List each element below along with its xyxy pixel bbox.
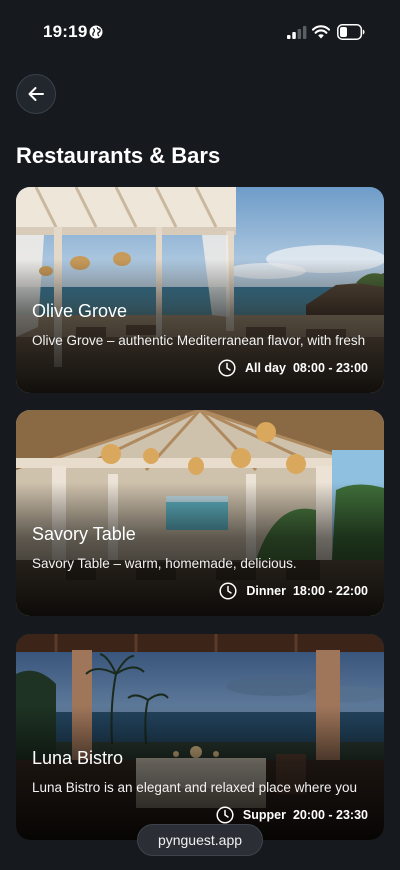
meal-label: Dinner — [246, 584, 286, 598]
cellular-signal-icon — [287, 26, 307, 39]
battery-icon — [337, 24, 365, 40]
venue-name: Luna Bistro — [32, 748, 124, 768]
globe-icon — [89, 25, 103, 39]
page-title: Restaurants & Bars — [16, 143, 221, 168]
status-time: 19:19 — [43, 22, 88, 41]
meal-label: All day — [244, 361, 286, 375]
venue-description: Olive Grove – authentic Mediterranean fl… — [32, 333, 366, 348]
venue-name: Olive Grove — [32, 301, 128, 321]
venue-card-savory-table[interactable]: Savory Table Savory Table – warm, homema… — [16, 410, 384, 616]
hours-range: 20:00 - 23:30 — [292, 808, 368, 822]
venue-description: Savory Table – warm, homemade, delicious… — [32, 556, 297, 571]
venue-hours: Dinner 18:00 - 22:00 — [219, 582, 368, 600]
hours-range: 18:00 - 22:00 — [292, 584, 368, 598]
clock-icon — [218, 359, 236, 377]
url-pill[interactable]: pynguest.app — [137, 824, 263, 856]
status-bar: 19:19 — [0, 0, 400, 62]
back-button[interactable] — [16, 74, 56, 114]
meal-label: Supper — [242, 808, 286, 822]
venue-card-olive-grove[interactable]: Olive Grove Olive Grove – authentic Medi… — [16, 187, 384, 393]
venue-hours: Supper 20:00 - 23:30 — [216, 806, 368, 824]
venue-hours: All day 08:00 - 23:00 — [218, 359, 368, 377]
hours-range: 08:00 - 23:00 — [292, 361, 368, 375]
wifi-icon — [312, 25, 330, 39]
restaurants-screen: 19:19 Restaurants & Bars Olive Grove Oli… — [0, 0, 400, 870]
clock-icon — [219, 582, 237, 600]
venue-name: Savory Table — [32, 524, 136, 544]
arrow-left-icon — [28, 87, 44, 101]
clock-icon — [216, 806, 234, 824]
venue-card-luna-bistro[interactable]: Luna Bistro Luna Bistro is an elegant an… — [16, 634, 384, 840]
venue-description: Luna Bistro is an elegant and relaxed pl… — [32, 780, 357, 795]
